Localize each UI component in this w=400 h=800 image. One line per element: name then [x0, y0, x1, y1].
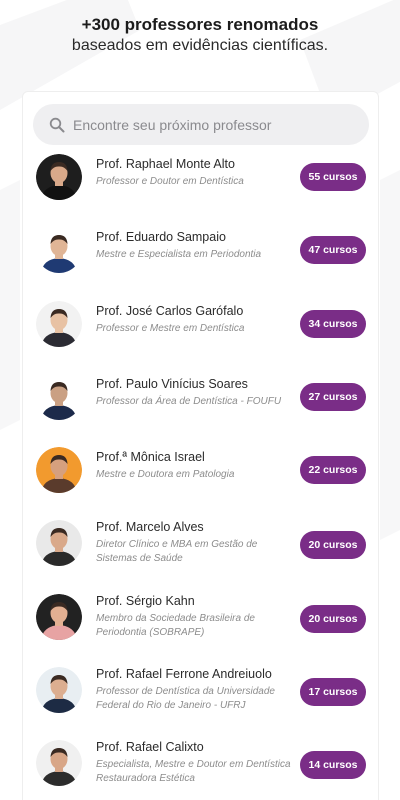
professor-info: Prof. Rafael Ferrone Andreiuolo Professor… — [96, 667, 296, 713]
professor-info: Prof.ª Mônica Israel Mestre e Doutora em … — [96, 450, 296, 482]
search-input[interactable]: Encontre seu próximo professor — [33, 104, 369, 145]
courses-count-button[interactable]: 22 cursos — [300, 456, 366, 485]
professor-list: Prof. Raphael Monte Alto Professor e Dout… — [23, 148, 380, 800]
professor-info: Prof. Sérgio Kahn Membro da Sociedade Bra… — [96, 594, 296, 640]
professor-description: Diretor Clínico e MBA em Gestão de Siste… — [96, 539, 258, 565]
professor-name: Prof. Raphael Monte Alto — [96, 157, 235, 171]
professor-description: Mestre e Doutora em Patologia — [96, 469, 235, 481]
professor-description: Professor de Dentística da Universidade … — [96, 686, 275, 712]
professor-info: Prof. Marcelo Alves Diretor Clínico e MBA… — [96, 520, 296, 566]
professor-row[interactable]: Prof. Marcelo Alves Diretor Clínico e MBA… — [23, 514, 380, 587]
professor-row[interactable]: Prof. Eduardo Sampaio Mestre e Especialis… — [23, 221, 380, 294]
courses-count-button[interactable]: 27 cursos — [300, 382, 366, 411]
courses-count-button[interactable]: 17 cursos — [300, 678, 366, 707]
hero: +300 professores renomados baseados em e… — [0, 14, 400, 56]
professor-avatar — [36, 447, 82, 494]
courses-count-button[interactable]: 20 cursos — [300, 604, 366, 633]
professor-avatar — [36, 227, 82, 274]
professor-name: Prof. Sérgio Kahn — [96, 593, 195, 608]
professor-row[interactable]: Prof. Rafael Ferrone Andreiuolo Professor… — [23, 661, 380, 734]
professor-info: Prof. Paulo Vinícius Soares Professor da … — [96, 377, 296, 409]
professor-description: Professor da Área de Dentística - FOUFU — [96, 395, 282, 407]
search-placeholder: Encontre seu próximo professor — [73, 116, 272, 133]
professor-name: Prof. Rafael Ferrone Andreiuolo — [96, 667, 272, 682]
professor-row[interactable]: Prof. Raphael Monte Alto Professor e Dout… — [23, 148, 380, 221]
professor-avatar — [36, 520, 82, 567]
professor-info: Prof. Raphael Monte Alto Professor e Dout… — [96, 157, 296, 189]
courses-count-button[interactable]: 47 cursos — [300, 236, 366, 265]
professor-description: Professor e Doutor em Dentística — [96, 176, 244, 187]
courses-count-button[interactable]: 55 cursos — [300, 163, 366, 191]
courses-count-button[interactable]: 34 cursos — [300, 309, 366, 338]
professor-avatar — [36, 740, 82, 787]
professor-row[interactable]: Prof. José Carlos Garófalo Professor e Me… — [23, 295, 380, 368]
professor-name: Prof. Eduardo Sampaio — [96, 230, 226, 245]
professor-description: Membro da Sociedade Brasileira de Period… — [96, 612, 255, 638]
hero-subtitle: baseados em evidências científicas. — [71, 37, 329, 54]
professor-info: Prof. Rafael Calixto Especialista, Mestre… — [96, 740, 296, 786]
professor-name: Prof. José Carlos Garófalo — [96, 303, 244, 318]
professor-name: Prof.ª Mônica Israel — [96, 450, 205, 465]
hero-title: +300 professores renomados — [81, 15, 319, 34]
professor-row[interactable]: Prof. Sérgio Kahn Membro da Sociedade Bra… — [23, 588, 380, 661]
professor-info: Prof. Eduardo Sampaio Mestre e Especialis… — [96, 230, 296, 262]
professor-description: Professor e Mestre em Dentística — [96, 322, 245, 334]
professor-row[interactable]: Prof.ª Mônica Israel Mestre e Doutora em … — [23, 441, 380, 514]
professor-avatar — [36, 593, 82, 640]
professor-row[interactable]: Prof. Paulo Vinícius Soares Professor da … — [23, 368, 380, 441]
professor-avatar — [36, 154, 82, 200]
professor-name: Prof. Marcelo Alves — [96, 520, 204, 535]
professor-avatar — [36, 300, 82, 347]
professor-name: Prof. Paulo Vinícius Soares — [96, 376, 248, 391]
professor-list-card: Encontre seu próximo professor Prof. Rap… — [22, 91, 379, 800]
courses-count-button[interactable]: 14 cursos — [300, 751, 366, 780]
professor-description: Especialista, Mestre e Doutor em Dentíst… — [96, 759, 291, 785]
page: +300 professores renomados baseados em e… — [0, 0, 400, 800]
professor-name: Prof. Rafael Calixto — [96, 740, 204, 755]
professor-avatar — [36, 373, 82, 420]
professor-info: Prof. José Carlos Garófalo Professor e Me… — [96, 304, 296, 336]
professor-avatar — [36, 667, 82, 714]
professor-row[interactable]: Prof. Rafael Calixto Especialista, Mestre… — [23, 734, 380, 800]
search-icon — [49, 117, 65, 133]
professor-description: Mestre e Especialista em Periodontia — [96, 249, 262, 261]
courses-count-button[interactable]: 20 cursos — [300, 531, 366, 560]
